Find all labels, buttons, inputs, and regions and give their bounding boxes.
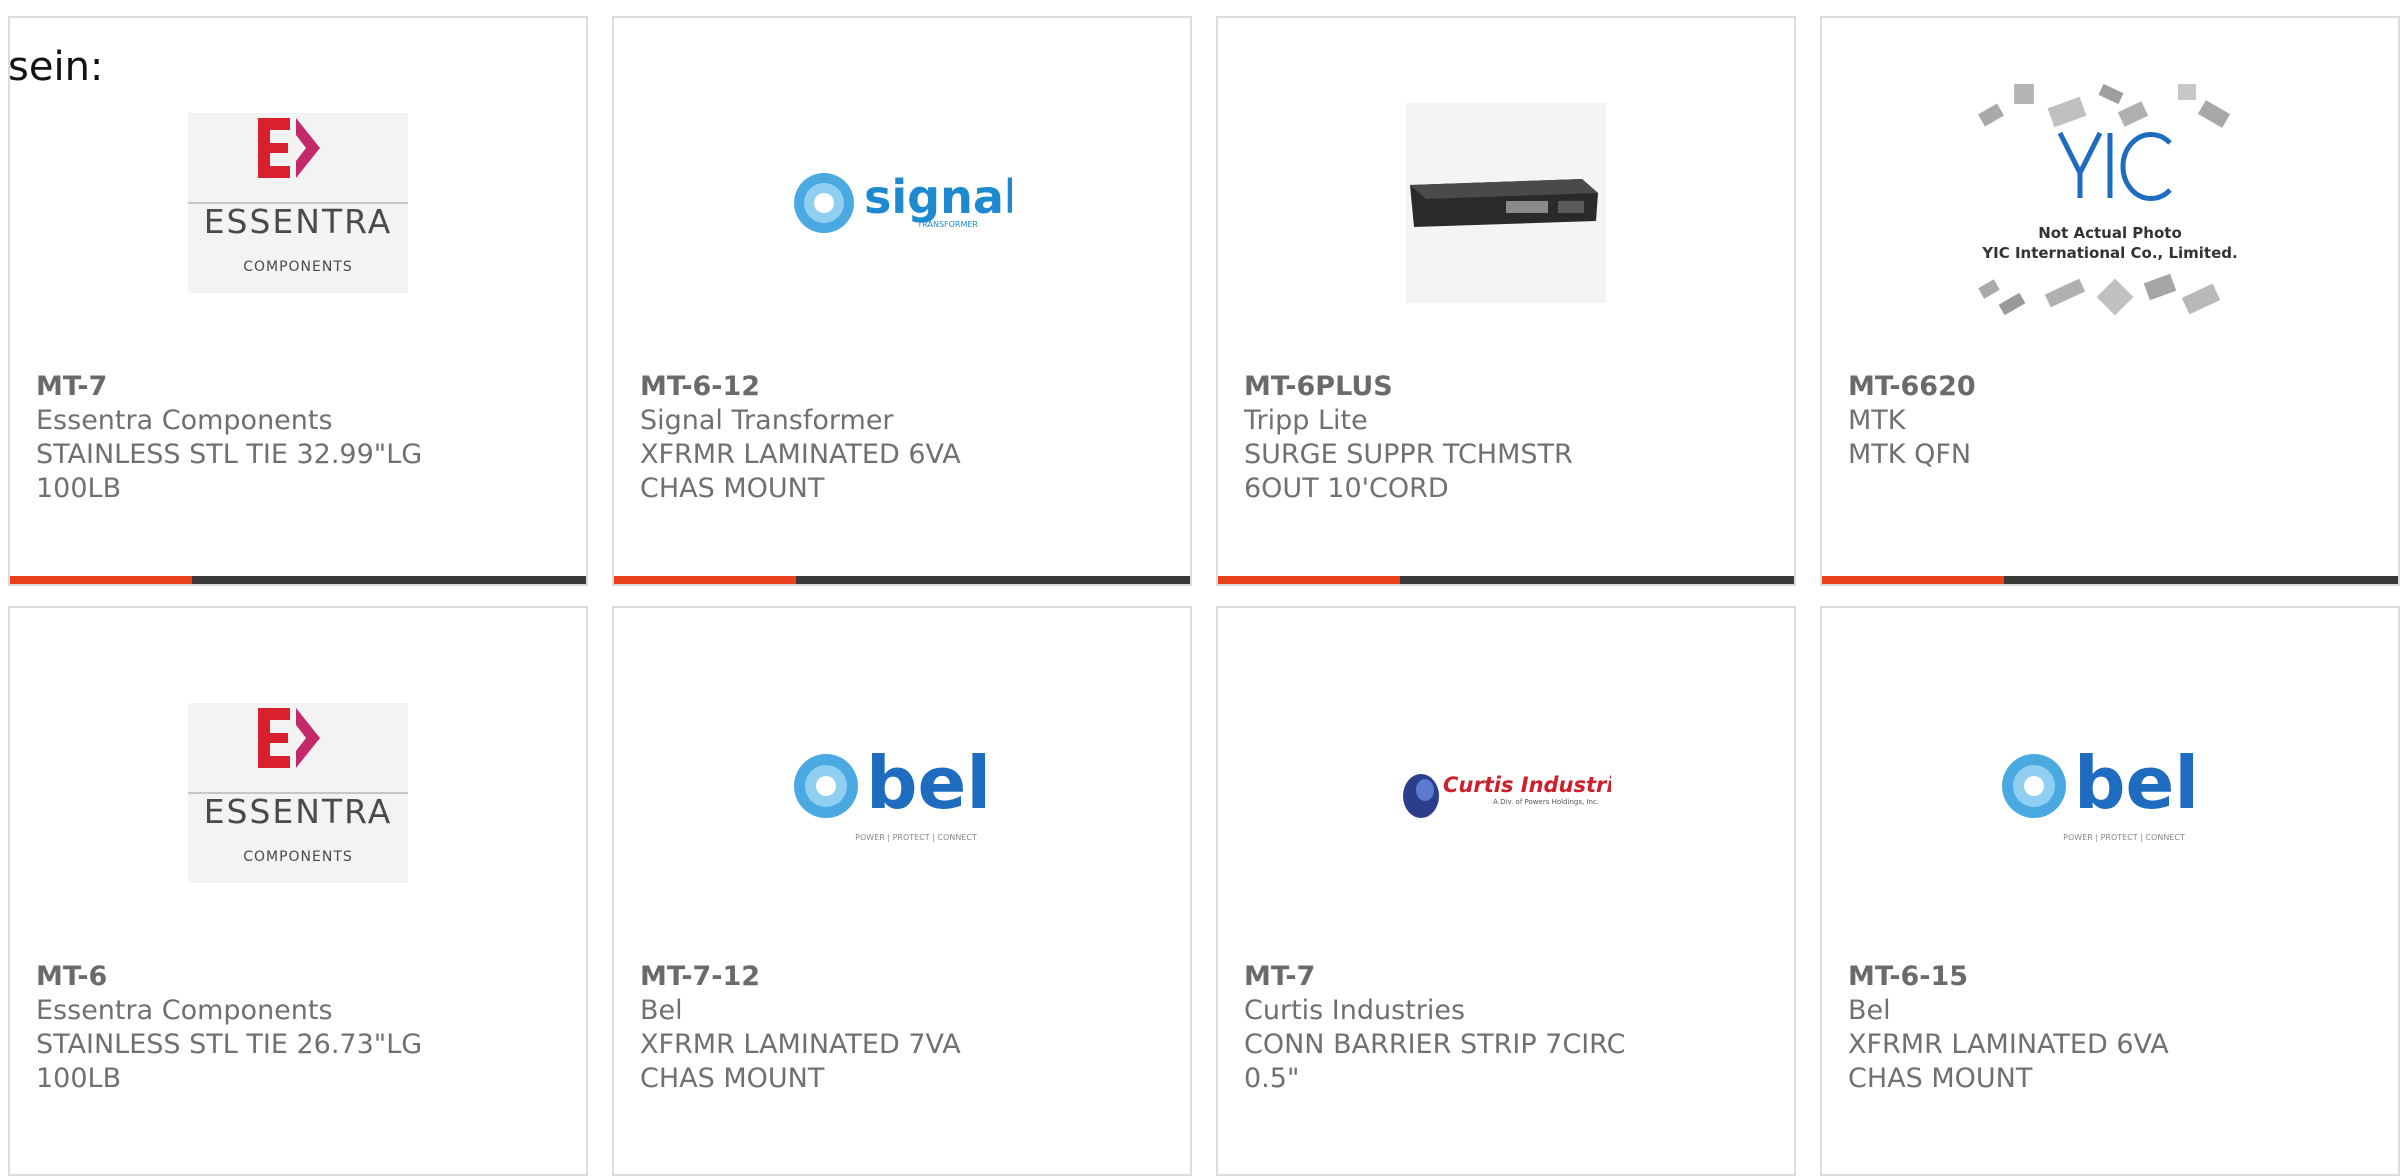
essentra-logo: ESSENTRA COMPONENTS	[10, 678, 586, 908]
card-bar-accent	[1218, 576, 1400, 584]
svg-text:TRANSFORMER: TRANSFORMER	[916, 220, 978, 229]
part-number[interactable]: MT-7	[36, 370, 566, 404]
part-number[interactable]: MT-6	[36, 960, 566, 994]
description: SURGE SUPPR TCHMSTR 6OUT 10'CORD	[1244, 439, 1573, 504]
essentra-logo: ESSENTRA COMPONENTS	[10, 88, 586, 318]
product-card[interactable]: ESSENTRA COMPONENTS MT-7 Essentra Compon…	[8, 16, 588, 586]
manufacturer: Bel	[1848, 995, 1891, 1026]
svg-text:YIC International Co., Limited: YIC International Co., Limited.	[1981, 244, 2237, 262]
card-bar	[614, 576, 1190, 584]
description: STAINLESS STL TIE 26.73"LG 100LB	[36, 1029, 423, 1094]
product-card[interactable]: Not Actual Photo YIC International Co., …	[1820, 16, 2400, 586]
manufacturer: Signal Transformer	[640, 405, 894, 436]
manufacturer: Essentra Components	[36, 405, 333, 436]
description: STAINLESS STL TIE 32.99"LG 100LB	[36, 439, 423, 504]
curtis-logo: Curtis Industries A Div. of Powers Holdi…	[1218, 678, 1794, 908]
description: XFRMR LAMINATED 7VA CHAS MOUNT	[640, 1029, 961, 1094]
svg-text:bel: bel	[2074, 741, 2199, 825]
product-card[interactable]: bel POWER | PROTECT | CONNECT MT-6-15 Be…	[1820, 606, 2400, 1176]
svg-text:Curtis Industries: Curtis Industries	[1443, 773, 1611, 797]
part-number[interactable]: MT-6-12	[640, 370, 1170, 404]
card-bar	[1218, 576, 1794, 584]
description: CONN BARRIER STRIP 7CIRC 0.5"	[1244, 1029, 1626, 1094]
manufacturer: MTK	[1848, 405, 1906, 436]
description: XFRMR LAMINATED 6VA CHAS MOUNT	[640, 439, 961, 504]
card-bar	[1822, 576, 2398, 584]
card-bar-accent	[1822, 576, 2004, 584]
part-number[interactable]: MT-7-12	[640, 960, 1170, 994]
product-card[interactable]: bel POWER | PROTECT | CONNECT MT-7-12 Be…	[612, 606, 1192, 1176]
product-card[interactable]: signal TRANSFORMER MT-6-12 Signal Transf…	[612, 16, 1192, 586]
signal-logo: signal TRANSFORMER	[614, 88, 1190, 318]
description: XFRMR LAMINATED 6VA CHAS MOUNT	[1848, 1029, 2169, 1094]
svg-text:ESSENTRA: ESSENTRA	[204, 202, 393, 241]
svg-text:A Div. of Powers Holdings, Inc: A Div. of Powers Holdings, Inc.	[1493, 798, 1599, 806]
product-card[interactable]: MT-6PLUS Tripp Lite SURGE SUPPR TCHMSTR …	[1216, 16, 1796, 586]
part-number[interactable]: MT-7	[1244, 960, 1774, 994]
svg-text:COMPONENTS: COMPONENTS	[243, 849, 353, 865]
svg-text:POWER | PROTECT | CONNECT: POWER | PROTECT | CONNECT	[855, 833, 977, 842]
manufacturer: Tripp Lite	[1244, 405, 1368, 436]
card-bar	[10, 576, 586, 584]
surge-suppressor-photo	[1218, 88, 1794, 318]
bel-logo: bel POWER | PROTECT | CONNECT	[1822, 678, 2398, 908]
svg-text:Not Actual Photo: Not Actual Photo	[2038, 224, 2182, 242]
product-card[interactable]: ESSENTRA COMPONENTS MT-6 Essentra Compon…	[8, 606, 588, 1176]
svg-text:COMPONENTS: COMPONENTS	[243, 259, 353, 275]
card-bar-accent	[10, 576, 192, 584]
intro-text: sein:	[8, 44, 104, 90]
manufacturer: Curtis Industries	[1244, 995, 1466, 1026]
card-bar-accent	[614, 576, 796, 584]
part-number[interactable]: MT-6PLUS	[1244, 370, 1774, 404]
manufacturer: Essentra Components	[36, 995, 333, 1026]
svg-text:ESSENTRA: ESSENTRA	[204, 792, 393, 831]
manufacturer: Bel	[640, 995, 683, 1026]
part-number[interactable]: MT-6-15	[1848, 960, 2378, 994]
svg-text:POWER | PROTECT | CONNECT: POWER | PROTECT | CONNECT	[2063, 833, 2185, 842]
svg-text:signal: signal	[864, 170, 1012, 224]
bel-logo: bel POWER | PROTECT | CONNECT	[614, 678, 1190, 908]
part-number[interactable]: MT-6620	[1848, 370, 2378, 404]
yic-placeholder-photo: Not Actual Photo YIC International Co., …	[1822, 83, 2398, 318]
description: MTK QFN	[1848, 439, 1972, 470]
svg-text:bel: bel	[866, 741, 991, 825]
product-card[interactable]: Curtis Industries A Div. of Powers Holdi…	[1216, 606, 1796, 1176]
